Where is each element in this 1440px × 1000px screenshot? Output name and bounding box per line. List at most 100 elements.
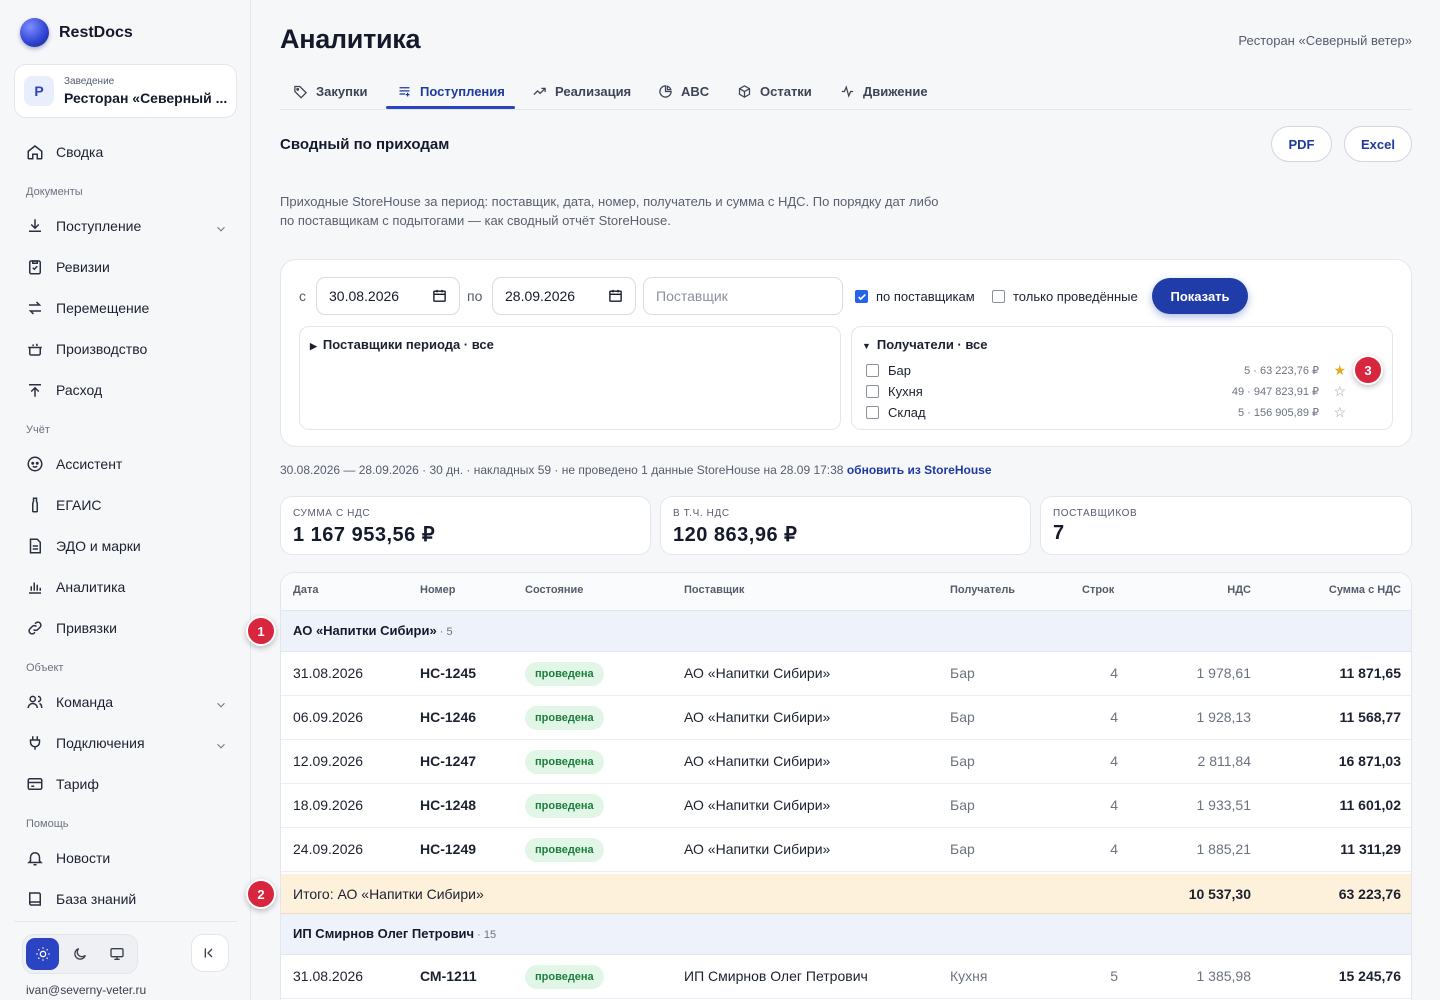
nav-connections[interactable]: Подключения — [26, 732, 145, 754]
column-header-number[interactable]: Номер — [420, 584, 456, 596]
tab-purchases[interactable]: Закупки — [293, 81, 367, 101]
recipient-checkbox[interactable] — [866, 384, 879, 398]
refresh-storehouse-link[interactable]: обновить из StoreHouse — [847, 463, 992, 477]
kpi-caption: В Т.Ч. НДС — [673, 508, 730, 519]
cell-number[interactable]: НС-1246 — [420, 709, 476, 725]
theme-dark-button[interactable] — [63, 938, 96, 970]
pie-chart-icon — [659, 84, 672, 98]
pot-icon — [28, 343, 42, 356]
triangle-down-icon: ▼ — [862, 341, 871, 351]
nav-receipt[interactable]: Поступление — [26, 215, 141, 237]
cell-number[interactable]: НС-1249 — [420, 841, 476, 857]
date-to-input[interactable]: 28.09.2026 — [492, 277, 636, 315]
venue-selector[interactable]: Р Заведение Ресторан «Северный ... — [14, 64, 237, 118]
suppliers-panel-toggle[interactable]: ▶ Поставщики периода · все — [310, 337, 494, 352]
nav-knowledge-base[interactable]: База знаний — [26, 888, 136, 910]
report-meta: 30.08.2026 — 28.09.2026 · 30 дн. · накла… — [280, 463, 992, 477]
nav-analytics[interactable]: Аналитика — [26, 576, 125, 598]
recipient-checkbox[interactable] — [866, 363, 879, 377]
theme-light-button[interactable] — [26, 938, 60, 970]
cell-number[interactable]: СМ-1211 — [420, 968, 477, 984]
calendar-icon[interactable] — [608, 288, 623, 303]
star-outline-icon[interactable]: ☆ — [1333, 383, 1346, 400]
checkbox-unchecked[interactable] — [992, 290, 1005, 303]
cell-number[interactable]: НС-1247 — [420, 753, 476, 769]
export-excel-button[interactable]: Excel — [1344, 126, 1412, 162]
tab-stock[interactable]: Остатки — [737, 81, 812, 101]
tab-sales[interactable]: Реализация — [532, 81, 631, 101]
recipient-row[interactable]: Бар 5 · 63 223,76 ₽ ★ — [866, 361, 1346, 379]
date-from-input[interactable]: 30.08.2026 — [316, 277, 460, 315]
recipient-checkbox[interactable] — [866, 405, 879, 419]
chevron-down-icon[interactable] — [214, 222, 228, 236]
collapse-sidebar-button[interactable] — [191, 934, 229, 972]
description-line: по поставщикам с подытогами — как сводны… — [280, 213, 671, 228]
supplier-search-input[interactable] — [643, 277, 843, 315]
column-header-supplier[interactable]: Поставщик — [684, 584, 744, 596]
nav-audits[interactable]: Ревизии — [26, 256, 110, 278]
show-button[interactable]: Показать — [1152, 278, 1248, 314]
nav-transfer[interactable]: Перемещение — [26, 297, 149, 319]
nav-tariff[interactable]: Тариф — [26, 773, 99, 795]
theme-system-button[interactable] — [101, 938, 134, 970]
recipients-panel-toggle[interactable]: ▼ Получатели · все — [862, 337, 988, 352]
nav-assistant[interactable]: Ассистент — [26, 453, 122, 475]
column-header-recipient[interactable]: Получатель — [950, 584, 1015, 596]
nav-expense[interactable]: Расход — [26, 379, 102, 401]
tab-movement[interactable]: Движение — [840, 81, 928, 101]
cell-date: 12.09.2026 — [293, 753, 364, 769]
column-header-sum[interactable]: Сумма с НДС — [1329, 584, 1401, 596]
nav-bindings[interactable]: Привязки — [26, 617, 117, 639]
sidebar: RestDocs Р Заведение Ресторан «Северный … — [0, 0, 251, 1000]
active-tab-indicator — [386, 106, 515, 109]
tab-receipts[interactable]: Поступления — [397, 81, 505, 101]
star-filled-icon[interactable]: ★ — [1333, 362, 1346, 379]
table-row[interactable]: 18.09.2026 НС-1248 проведена АО «Напитки… — [281, 784, 1411, 828]
recipient-row[interactable]: Кухня 49 · 947 823,91 ₽ ☆ — [866, 382, 1346, 400]
checkbox-checked[interactable] — [855, 290, 868, 303]
cell-sum: 16 871,03 — [1338, 753, 1401, 769]
only-posted-checkbox[interactable]: только проведённые — [992, 289, 1138, 304]
check-icon — [857, 293, 866, 300]
brand[interactable]: RestDocs — [20, 18, 133, 47]
table-row[interactable]: 24.09.2026 НС-1249 проведена АО «Напитки… — [281, 828, 1411, 872]
chevron-down-icon[interactable] — [214, 739, 228, 753]
nav-label: База знаний — [56, 891, 137, 907]
group-row[interactable]: АО «Напитки Сибири» · 5 — [281, 611, 1411, 652]
from-label: с — [299, 288, 306, 304]
column-header-date[interactable]: Дата — [293, 584, 318, 596]
star-outline-icon[interactable]: ☆ — [1333, 404, 1346, 421]
recipient-stats: 49 · 947 823,91 ₽ — [1231, 385, 1319, 398]
cell-number[interactable]: НС-1248 — [420, 797, 476, 813]
status-badge: проведена — [525, 794, 604, 818]
nav-production[interactable]: Производство — [26, 338, 147, 360]
nav-edo[interactable]: ЭДО и марки — [26, 535, 141, 557]
column-header-lines[interactable]: Строк — [1082, 584, 1114, 596]
calendar-icon[interactable] — [432, 288, 447, 303]
brand-name: RestDocs — [59, 23, 133, 41]
table-row[interactable]: 31.08.2026 НС-1245 проведена АО «Напитки… — [281, 652, 1411, 696]
status-badge: проведена — [525, 706, 604, 730]
column-header-state[interactable]: Состояние — [525, 584, 583, 596]
nav-team[interactable]: Команда — [26, 691, 113, 713]
nav-summary[interactable]: Сводка — [26, 141, 103, 163]
link-icon — [28, 621, 42, 635]
nav-egais[interactable]: ЕГАИС — [26, 494, 102, 516]
table-row[interactable]: 12.09.2026 НС-1247 проведена АО «Напитки… — [281, 740, 1411, 784]
cell-number[interactable]: НС-1245 — [420, 665, 476, 681]
chevron-down-icon[interactable] — [214, 698, 228, 712]
group-row[interactable]: ИП Смирнов Олег Петрович · 15 — [281, 914, 1411, 955]
tab-abc[interactable]: ABC — [658, 81, 709, 101]
export-pdf-button[interactable]: PDF — [1271, 126, 1332, 162]
nav-news[interactable]: Новости — [26, 847, 110, 869]
list-plus-icon — [399, 86, 410, 96]
kpi-caption: СУММА С НДС — [293, 508, 371, 519]
table-row[interactable]: 06.09.2026 НС-1246 проведена АО «Напитки… — [281, 696, 1411, 740]
tab-label: ABC — [681, 83, 710, 99]
recipient-row[interactable]: Склад 5 · 156 905,89 ₽ ☆ — [866, 403, 1346, 421]
table-row[interactable]: 31.08.2026 СМ-1211 проведена ИП Смирнов … — [281, 955, 1411, 999]
cell-date: 24.09.2026 — [293, 841, 364, 857]
brand-logo — [20, 18, 49, 47]
by-supplier-checkbox[interactable]: по поставщикам — [855, 289, 975, 304]
column-header-vat[interactable]: НДС — [1227, 584, 1251, 596]
